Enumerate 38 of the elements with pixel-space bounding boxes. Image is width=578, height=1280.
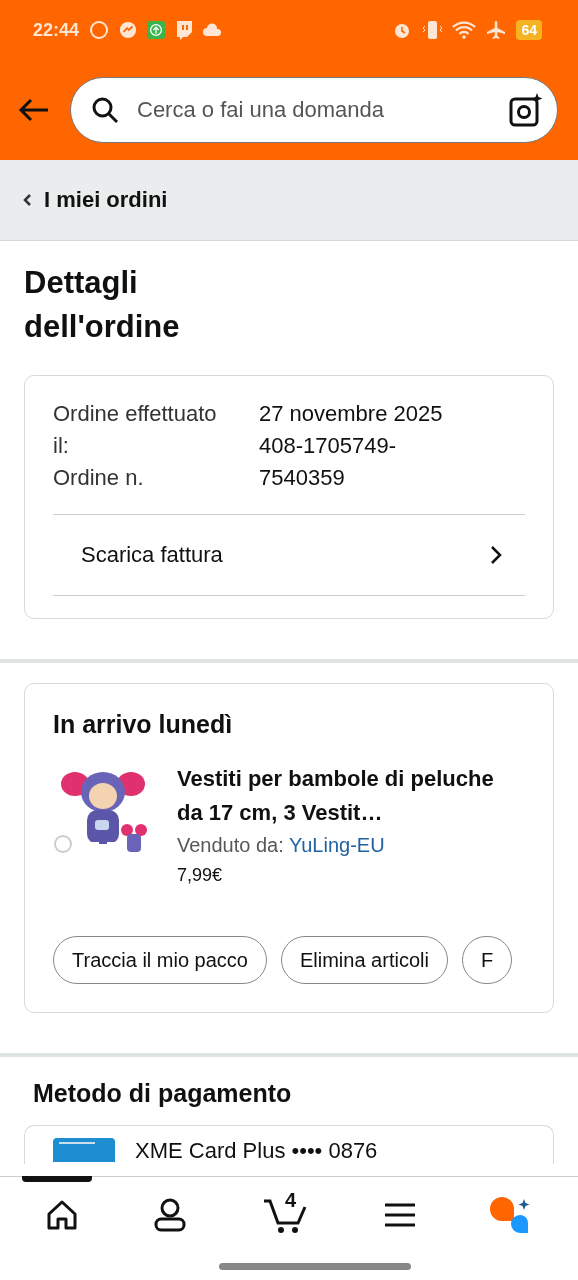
seller-info: Venduto da: YuLing-EU [177, 834, 386, 857]
back-arrow-icon[interactable] [18, 98, 50, 122]
search-field[interactable]: Cerca o fai una domanda [70, 77, 558, 143]
delivery-heading: In arrivo lunedì [53, 709, 234, 740]
info-label: Ordine n. [53, 464, 145, 492]
search-icon [91, 96, 119, 124]
action-button[interactable]: F [461, 936, 513, 984]
cloud-icon [203, 23, 224, 37]
action-button[interactable]: Traccia il mio pacco [53, 936, 267, 984]
upload-icon [147, 21, 166, 39]
download-invoice-link[interactable]: Scarica fattura [53, 515, 525, 596]
chat-icon [175, 20, 194, 40]
info-value: 408-1705749-7540359 [259, 432, 397, 492]
menu-icon[interactable] [384, 1203, 415, 1227]
camera-icon[interactable] [509, 93, 543, 127]
product-price: 7,99€ [177, 865, 224, 886]
payment-heading: Metodo di pagamento [33, 1078, 293, 1109]
tab-indicator [22, 1176, 92, 1182]
bank-card-icon [53, 1138, 115, 1162]
home-icon[interactable] [45, 1200, 78, 1230]
chevron-left-icon [22, 193, 32, 207]
breadcrumb-link[interactable]: I miei ordini [22, 187, 168, 213]
cart-count: 4 [285, 1189, 297, 1212]
action-button[interactable]: Elimina articoli [281, 936, 448, 984]
wifi-icon [452, 21, 477, 39]
seller-link[interactable]: YuLing-EU [288, 834, 385, 856]
product-title[interactable]: Vestiti per bambole di peluche da 17 cm, 3 Vestit… [177, 762, 507, 830]
profile-icon[interactable] [153, 1198, 188, 1232]
chevron-right-icon [489, 544, 503, 566]
airplane-icon [486, 20, 507, 40]
status-time: 22:44 [33, 19, 80, 41]
search-input[interactable]: Cerca o fai una domanda [135, 96, 493, 124]
battery-level: 64 [516, 20, 542, 40]
info-value: 27 novembre 2025 [259, 400, 444, 428]
info-label: Ordine effettuato il: [53, 400, 218, 460]
page-title: Dettagli dell'ordine [23, 264, 181, 346]
payment-method: XME Card Plus •••• 0876 [135, 1138, 378, 1164]
vibrate-icon [422, 20, 443, 40]
